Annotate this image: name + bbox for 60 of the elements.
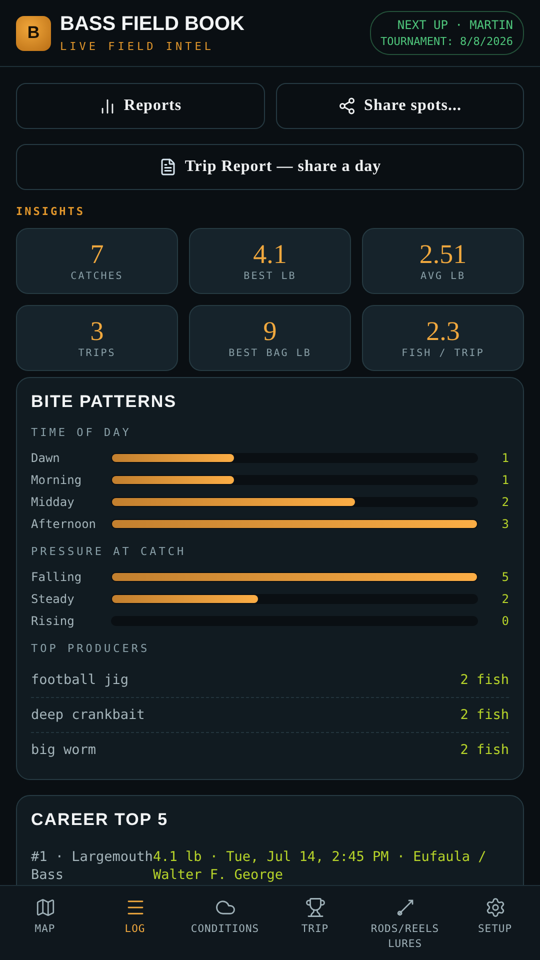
stat-label: TRIPS <box>78 348 116 358</box>
bar-label: Steady <box>31 592 76 606</box>
stat-value: 9 <box>263 318 277 344</box>
card-title: CAREER TOP 5 <box>31 810 170 830</box>
section-heading: INSIGHTS <box>16 205 86 218</box>
trophy-icon <box>304 897 326 918</box>
bar-label: Dawn <box>31 451 61 465</box>
lure-name: football jig <box>31 672 129 688</box>
share-icon <box>338 97 356 115</box>
lure-name: deep crankbait <box>31 707 145 723</box>
share-button[interactable]: Share spots... <box>276 83 524 129</box>
bar-label: Morning <box>31 473 83 487</box>
fishing-rod-icon <box>394 897 416 918</box>
catch-detail: 4.1 lb · Tue, Jul 14, 2:45 PM · Eufaula / Walter F. George <box>153 848 488 884</box>
stat-label: AVG LB <box>420 270 466 282</box>
bar-label: Rising <box>31 614 76 628</box>
lure-name: big worm <box>31 742 96 758</box>
stat-value: 4.1 <box>253 240 287 268</box>
settings-icon <box>484 897 506 918</box>
bar-label: Midday <box>31 495 76 509</box>
nav-tab[interactable]: TRIP <box>270 886 360 960</box>
fish-count: 2 fish <box>460 672 509 688</box>
stat-value: 3 <box>90 318 104 344</box>
stat-label: BEST LB <box>244 270 296 282</box>
nav-tab[interactable]: RODS/REELS LURES <box>360 886 450 960</box>
nav-tab[interactable]: MAP <box>0 886 90 960</box>
card-title: BITE PATTERNS <box>31 392 178 412</box>
stat-value: 2.3 <box>426 318 460 344</box>
next-up-text: NEXT UP · MARTIN <box>397 18 513 32</box>
fish-count: 2 fish <box>460 707 509 723</box>
nav-tab[interactable]: SETUP <box>450 886 540 960</box>
map-icon <box>34 897 56 918</box>
group-heading: TIME OF DAY <box>31 426 132 439</box>
bar-count: 1 <box>500 451 509 465</box>
bar-count: 1 <box>500 473 509 487</box>
document-icon <box>158 158 177 176</box>
bar-count: 3 <box>500 517 509 531</box>
reports-button[interactable]: Reports <box>16 83 264 129</box>
bar-label: Falling <box>31 570 83 584</box>
stat-label: CATCHES <box>70 270 124 282</box>
group-heading: PRESSURE AT CATCH <box>31 545 188 558</box>
stat-value: 7 <box>90 240 104 268</box>
stat-label: FISH / TRIP <box>402 348 484 358</box>
nav-tab[interactable]: CONDITIONS <box>180 886 270 960</box>
stat-value: 2.51 <box>419 240 467 268</box>
bar-count: 2 <box>500 495 509 509</box>
bar-label: Afternoon <box>31 517 98 531</box>
stat-label: BEST BAG LB <box>228 348 312 358</box>
app-logo: B <box>16 16 51 50</box>
bar-count: 0 <box>500 614 509 628</box>
catch-rank: #1 · Largemouth Bass <box>31 848 153 884</box>
nav-tab[interactable]: LOG <box>90 886 180 960</box>
tournament-date: TOURNAMENT: 8/8/2026 <box>380 35 513 48</box>
app-title: BASS FIELD BOOK <box>60 13 246 36</box>
app-subtitle: LIVE FIELD INTEL <box>60 40 215 53</box>
trip-report-button[interactable]: Trip Report — share a day <box>16 144 524 190</box>
bar-count: 2 <box>500 592 509 606</box>
group-heading: TOP PRODUCERS <box>31 642 151 655</box>
bar-count: 5 <box>500 570 509 584</box>
fish-count: 2 fish <box>460 742 509 758</box>
